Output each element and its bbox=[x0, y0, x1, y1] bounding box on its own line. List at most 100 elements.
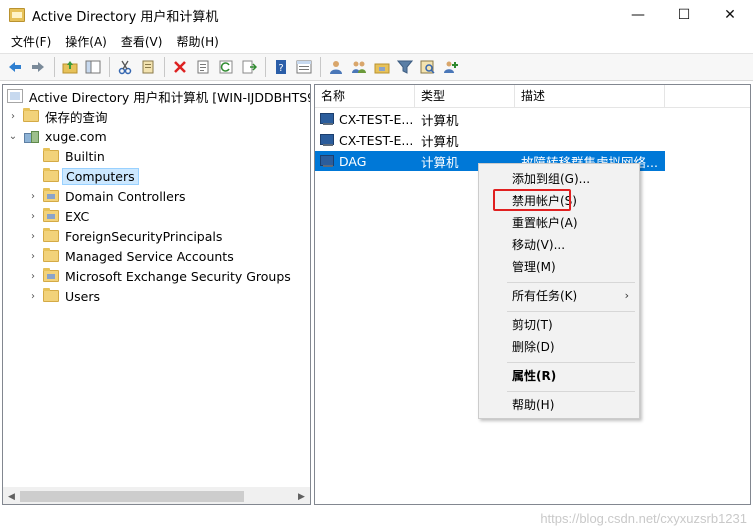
menu-view[interactable]: 查看(V) bbox=[114, 31, 170, 53]
scroll-right-icon[interactable]: ▶ bbox=[293, 488, 310, 504]
menu-item-manage[interactable]: 管理(M) bbox=[479, 256, 639, 278]
tree-item-label: Microsoft Exchange Security Groups bbox=[65, 268, 291, 284]
folder-icon bbox=[43, 148, 59, 162]
toolbar-separator bbox=[54, 57, 55, 77]
list-item-type: 计算机 bbox=[421, 112, 459, 128]
menu-item-delete[interactable]: 删除(D) bbox=[479, 336, 639, 358]
list-item-name: DAG bbox=[339, 153, 367, 169]
list-item-type: 计算机 bbox=[421, 133, 459, 149]
tree-item-label: Users bbox=[65, 288, 101, 304]
folder-icon bbox=[43, 248, 59, 262]
tree-item-label: EXC bbox=[65, 208, 90, 224]
chevron-right-icon[interactable]: › bbox=[27, 290, 39, 302]
list-item[interactable]: CX-TEST-E... 计算机 bbox=[315, 109, 665, 129]
title-bar: Active Directory 用户和计算机 — ☐ ✕ bbox=[0, 0, 753, 30]
tree-item-builtin[interactable]: Builtin bbox=[43, 146, 105, 166]
horizontal-scrollbar[interactable]: ◀ ▶ bbox=[3, 487, 310, 504]
watermark: https://blog.csdn.net/cxyxuzsrb1231 bbox=[540, 511, 747, 526]
tree-item-label: Builtin bbox=[65, 148, 105, 164]
menu-item-label: 所有任务(K) bbox=[512, 289, 578, 303]
menu-help[interactable]: 帮助(H) bbox=[169, 31, 225, 53]
scrollbar-thumb[interactable] bbox=[20, 491, 244, 502]
menu-action[interactable]: 操作(A) bbox=[58, 31, 114, 53]
tree-item-computers[interactable]: Computers bbox=[43, 166, 139, 186]
tree-item-domain[interactable]: ⌄ xuge.com bbox=[7, 126, 107, 146]
chevron-right-icon[interactable]: › bbox=[27, 190, 39, 202]
tree-root-label: Active Directory 用户和计算机 [WIN-IJDDBHTS9L7 bbox=[29, 89, 311, 105]
window-controls: — ☐ ✕ bbox=[615, 0, 753, 30]
tree-item-label: Computers bbox=[62, 167, 139, 185]
chevron-right-icon[interactable]: › bbox=[7, 110, 19, 122]
menu-bar: 文件(F) 操作(A) 查看(V) 帮助(H) bbox=[0, 31, 753, 53]
help-icon[interactable]: ? bbox=[270, 57, 291, 78]
column-header-type[interactable]: 类型 bbox=[415, 85, 515, 108]
cut-icon[interactable] bbox=[114, 57, 135, 78]
console-tree-pane[interactable]: Active Directory 用户和计算机 [WIN-IJDDBHTS9L7… bbox=[2, 84, 311, 505]
menu-item-add-to-group[interactable]: 添加到组(G)... bbox=[479, 168, 639, 190]
app-icon bbox=[9, 8, 25, 22]
filter-icon[interactable] bbox=[394, 57, 415, 78]
find-icon[interactable] bbox=[417, 57, 438, 78]
forward-icon[interactable] bbox=[27, 57, 48, 78]
tree-item-label: ForeignSecurityPrincipals bbox=[65, 228, 223, 244]
new-group-icon[interactable] bbox=[348, 57, 369, 78]
tree-item-label: xuge.com bbox=[45, 128, 107, 144]
ou-folder-icon bbox=[43, 208, 59, 222]
tree-item-users[interactable]: › Users bbox=[27, 286, 100, 306]
delete-icon[interactable] bbox=[169, 57, 190, 78]
column-header-description[interactable]: 描述 bbox=[515, 85, 665, 108]
domain-icon bbox=[23, 129, 39, 143]
tree-item-managed-service-accounts[interactable]: › Managed Service Accounts bbox=[27, 246, 234, 266]
refresh-icon[interactable] bbox=[215, 57, 236, 78]
chevron-right-icon[interactable]: › bbox=[27, 250, 39, 262]
new-ou-icon[interactable] bbox=[371, 57, 392, 78]
tree-item-foreign-security-principals[interactable]: › ForeignSecurityPrincipals bbox=[27, 226, 222, 246]
back-icon[interactable] bbox=[4, 57, 25, 78]
menu-item-move[interactable]: 移动(V)... bbox=[479, 234, 639, 256]
scroll-left-icon[interactable]: ◀ bbox=[3, 488, 20, 504]
menu-separator bbox=[507, 391, 635, 392]
menu-item-reset-account[interactable]: 重置帐户(A) bbox=[479, 212, 639, 234]
show-hide-tree-icon[interactable] bbox=[82, 57, 103, 78]
toolbar-separator bbox=[109, 57, 110, 77]
ad-users-computers-icon bbox=[7, 89, 23, 103]
folder-icon bbox=[23, 108, 39, 122]
list-header: 名称 类型 描述 bbox=[315, 85, 750, 108]
minimize-button[interactable]: — bbox=[615, 0, 661, 30]
chevron-right-icon[interactable]: › bbox=[27, 210, 39, 222]
maximize-button[interactable]: ☐ bbox=[661, 0, 707, 30]
properties-icon[interactable] bbox=[192, 57, 213, 78]
add-to-group-icon[interactable] bbox=[440, 57, 461, 78]
column-header-name[interactable]: 名称 bbox=[315, 85, 415, 108]
folder-icon bbox=[43, 288, 59, 302]
menu-item-help[interactable]: 帮助(H) bbox=[479, 394, 639, 416]
tree-item-domain-controllers[interactable]: › Domain Controllers bbox=[27, 186, 185, 206]
toolbar: ? bbox=[0, 53, 753, 81]
window-title: Active Directory 用户和计算机 bbox=[32, 9, 219, 25]
copy-icon[interactable] bbox=[137, 57, 158, 78]
toolbar-separator bbox=[320, 57, 321, 77]
menu-item-all-tasks[interactable]: 所有任务(K) › bbox=[479, 285, 639, 307]
tree-item-exchange-security-groups[interactable]: › Microsoft Exchange Security Groups bbox=[27, 266, 291, 286]
menu-item-cut[interactable]: 剪切(T) bbox=[479, 314, 639, 336]
tree-item-exc[interactable]: › EXC bbox=[27, 206, 89, 226]
computer-icon bbox=[320, 133, 336, 147]
tree-root[interactable]: Active Directory 用户和计算机 [WIN-IJDDBHTS9L7 bbox=[7, 86, 311, 106]
chevron-right-icon[interactable]: › bbox=[27, 270, 39, 282]
tree-item-label: Domain Controllers bbox=[65, 188, 186, 204]
close-button[interactable]: ✕ bbox=[707, 0, 753, 30]
console-tree-icon[interactable] bbox=[293, 57, 314, 78]
new-user-icon[interactable] bbox=[325, 57, 346, 78]
menu-item-properties[interactable]: 属性(R) bbox=[479, 365, 639, 387]
chevron-right-icon[interactable]: › bbox=[27, 230, 39, 242]
highlight-annotation-box bbox=[493, 189, 571, 211]
tree-item-saved-queries[interactable]: › 保存的查询 bbox=[7, 106, 108, 126]
up-folder-icon[interactable] bbox=[59, 57, 80, 78]
menu-separator bbox=[507, 311, 635, 312]
chevron-down-icon[interactable]: ⌄ bbox=[7, 130, 19, 142]
export-icon[interactable] bbox=[238, 57, 259, 78]
list-item-name: CX-TEST-E... bbox=[339, 111, 414, 127]
tree-item-label: Managed Service Accounts bbox=[65, 248, 234, 264]
menu-file[interactable]: 文件(F) bbox=[4, 31, 58, 53]
list-item[interactable]: CX-TEST-E... 计算机 bbox=[315, 130, 665, 150]
